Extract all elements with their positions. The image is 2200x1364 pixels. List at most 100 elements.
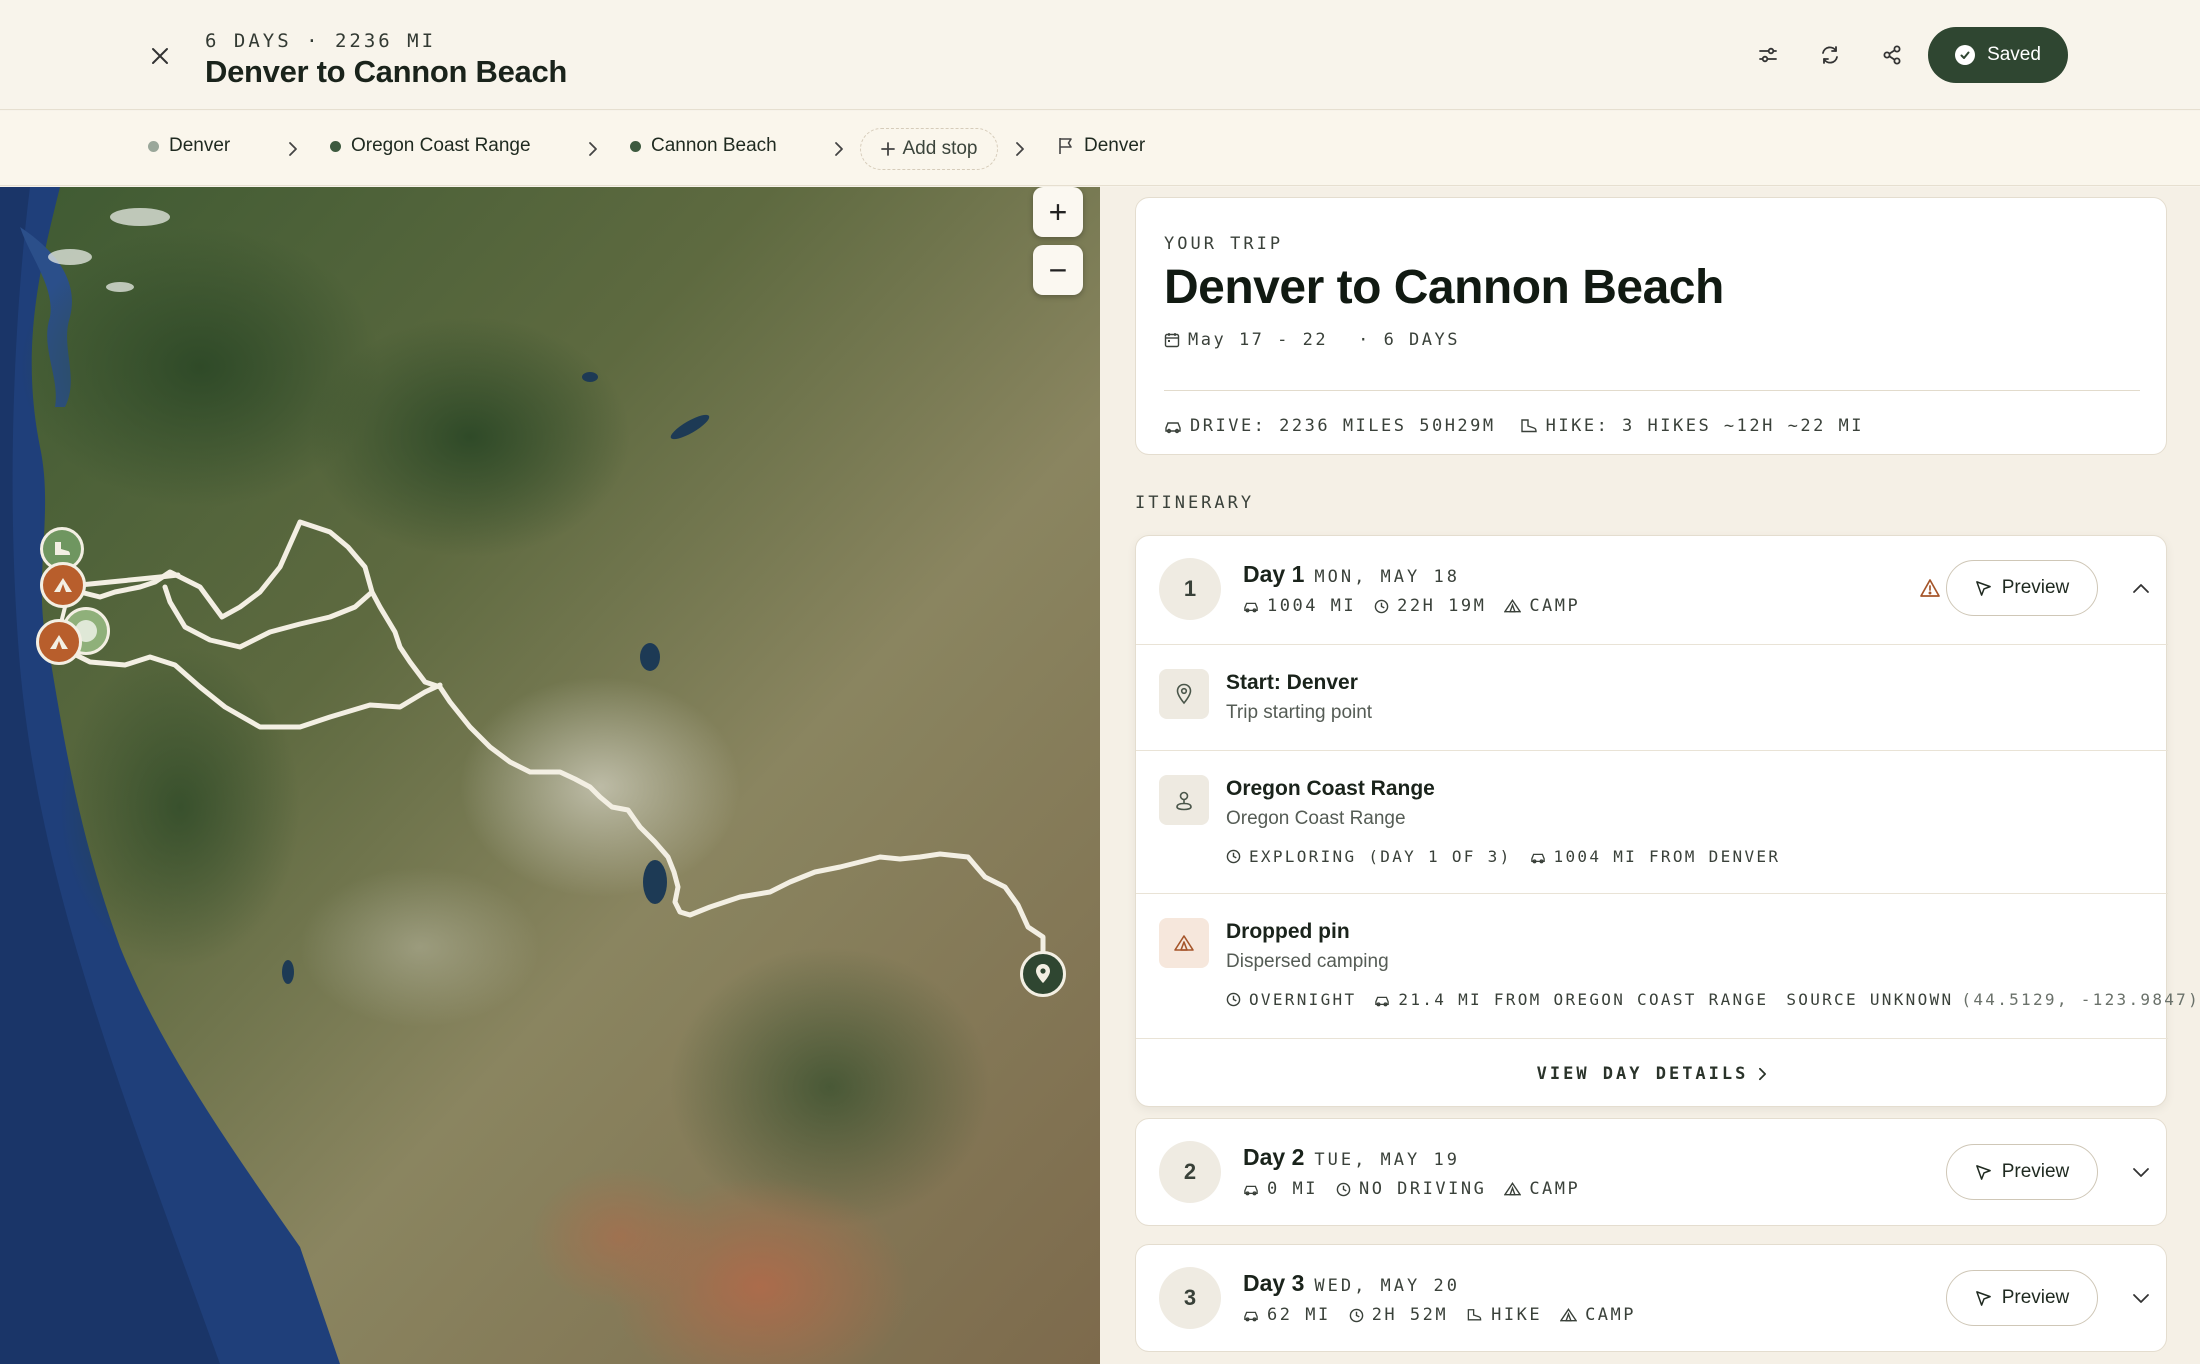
stop-dot [630, 140, 641, 152]
chevron-right-icon [1759, 1067, 1767, 1080]
stop-cannon-beach[interactable]: Cannon Beach [630, 135, 777, 157]
flag-icon [1059, 138, 1072, 154]
day-distance: 62 MI [1267, 1305, 1331, 1325]
add-stop-label: Add stop [902, 138, 978, 159]
day-card-1: 1 Day 1 MON, MAY 18 1004 MI 22H 19M CAMP… [1135, 535, 2198, 1108]
clock-icon [1226, 992, 1241, 1007]
day-hike: HIKE [1491, 1305, 1543, 1325]
day-camp: CAMP [1529, 596, 1581, 616]
preview-label: Preview [2001, 1161, 2070, 1182]
day-card-3[interactable]: 3 Day 3 WED, MAY 20 62 MI 2H 52M HIKE CA… [1135, 1244, 2167, 1352]
location-user-icon [1176, 791, 1192, 811]
chevron-right-icon [581, 135, 605, 163]
stop-coordinates: (44.5129, -123.9847) [1961, 990, 2200, 1009]
stop-name: Oregon Coast Range [1226, 777, 1435, 800]
day-heading: Day 1 MON, MAY 18 [1243, 561, 1460, 588]
saved-button[interactable]: Saved [1928, 27, 2068, 83]
view-details-label: VIEW DAY DETAILS [1536, 1063, 1749, 1084]
camp-marker[interactable] [36, 619, 82, 665]
map-pin-icon [1176, 683, 1192, 705]
close-icon [152, 48, 168, 64]
zoom-in-button[interactable]: + [1033, 187, 1083, 237]
clock-icon [1374, 599, 1389, 613]
itinerary-stop-dropped-pin[interactable]: Dropped pin Dispersed camping OVERNIGHT … [1136, 893, 2198, 1038]
day-card-2[interactable]: 2 Day 2 TUE, MAY 19 0 MI NO DRIVING CAMP… [1135, 1118, 2167, 1226]
filters-button[interactable] [1748, 35, 1788, 75]
refresh-button[interactable] [1810, 35, 1850, 75]
share-button[interactable] [1872, 35, 1912, 75]
check-circle-icon [1955, 45, 1976, 65]
navigation-arrow-icon [1975, 580, 1991, 596]
collapse-day-1-button[interactable] [2126, 573, 2156, 603]
itinerary-stop-start[interactable]: Start: Denver Trip starting point [1136, 644, 2168, 750]
stop-name: Start: Denver [1226, 671, 1358, 694]
trip-title: Denver to Cannon Beach [1164, 261, 1724, 314]
trip-days: · 6 DAYS [1358, 330, 1460, 350]
day-time: NO DRIVING [1358, 1179, 1487, 1199]
stops-breadcrumb: Denver Oregon Coast Range Cannon Beach A… [0, 111, 2200, 186]
stop-subtitle: Trip starting point [1226, 702, 1373, 723]
divider [1164, 390, 2140, 391]
stop-label: Cannon Beach [651, 135, 777, 156]
top-header: 6 DAYS · 2236 MI Denver to Cannon Beach … [0, 0, 2200, 110]
zoom-out-button[interactable]: − [1033, 245, 1083, 295]
stop-meta: EXPLORING (DAY 1 OF 3) 1004 MI FROM DENV… [1226, 847, 1780, 866]
satellite-map[interactable]: + − [0, 187, 1100, 1364]
stop-label: Denver [1084, 135, 1146, 156]
itinerary-label: ITINERARY [1135, 493, 1255, 513]
day-distance: 1004 MI [1267, 596, 1357, 616]
day-date: TUE, MAY 19 [1314, 1150, 1460, 1170]
day-time: 2H 52M [1371, 1305, 1449, 1325]
day-meta: 0 MI NO DRIVING CAMP [1243, 1179, 1580, 1199]
trip-hike-stat: HIKE: 3 HIKES ~12H ~22 MI [1545, 416, 1865, 436]
stop-oregon-coast-range[interactable]: Oregon Coast Range [330, 135, 531, 157]
trip-panel: YOUR TRIP Denver to Cannon Beach May 17 … [1100, 187, 2200, 1364]
expand-day-3-button[interactable] [2126, 1283, 2156, 1313]
preview-label: Preview [2001, 577, 2070, 598]
day-2-preview-button[interactable]: Preview [1946, 1144, 2098, 1200]
saved-label: Saved [1987, 44, 2041, 65]
view-day-details-link[interactable]: VIEW DAY DETAILS [1136, 1038, 2168, 1108]
preview-label: Preview [2001, 1287, 2070, 1308]
stop-dot [330, 140, 341, 152]
clock-icon [1336, 1182, 1351, 1196]
stop-meta: OVERNIGHT 21.4 MI FROM OREGON COAST RANG… [1226, 990, 2200, 1009]
day-camp: CAMP [1585, 1305, 1637, 1325]
tent-icon [1174, 935, 1194, 951]
car-icon [1530, 853, 1545, 863]
day-3-preview-button[interactable]: Preview [1946, 1270, 2098, 1326]
trip-drive-stat: DRIVE: 2236 MILES 50H29M [1190, 416, 1496, 436]
day-distance: 0 MI [1267, 1179, 1318, 1199]
stop-icon-box [1159, 775, 1209, 825]
day-1-preview-button[interactable]: Preview [1946, 560, 2098, 616]
tent-icon [1504, 1182, 1522, 1196]
day-date: WED, MAY 20 [1314, 1276, 1460, 1296]
start-location-marker[interactable] [1020, 951, 1066, 997]
stop-denver[interactable]: Denver [148, 135, 230, 157]
car-icon [1165, 422, 1181, 434]
stop-status: EXPLORING (DAY 1 OF 3) [1249, 847, 1512, 866]
close-button[interactable] [140, 36, 180, 76]
boot-icon [1467, 1309, 1482, 1321]
expand-day-2-button[interactable] [2126, 1157, 2156, 1187]
day-meta: 62 MI 2H 52M HIKE CAMP [1243, 1305, 1636, 1325]
day-meta: 1004 MI 22H 19M CAMP [1243, 596, 1580, 616]
day-number-badge: 3 [1159, 1267, 1221, 1329]
chevron-up-icon [2133, 584, 2149, 593]
clock-icon [1226, 849, 1241, 864]
stop-status: OVERNIGHT [1249, 990, 1357, 1009]
stop-name: Dropped pin [1226, 920, 1350, 943]
boot-icon [1520, 419, 1537, 433]
chevron-right-icon [281, 135, 305, 163]
stop-icon-box [1159, 918, 1209, 968]
tent-icon [50, 635, 68, 649]
stop-end-denver[interactable]: Denver [1058, 135, 1145, 157]
add-stop-button[interactable]: Add stop [860, 128, 998, 170]
car-icon [1244, 1311, 1258, 1322]
trip-dates-row: May 17 - 22 · 6 DAYS [1164, 330, 1460, 350]
tent-icon [1504, 599, 1522, 613]
camp-marker[interactable] [40, 562, 86, 608]
itinerary-stop-oregon-coast-range[interactable]: Oregon Coast Range Oregon Coast Range EX… [1136, 750, 2168, 893]
tent-icon [54, 578, 72, 592]
warning-icon[interactable] [1916, 574, 1944, 602]
